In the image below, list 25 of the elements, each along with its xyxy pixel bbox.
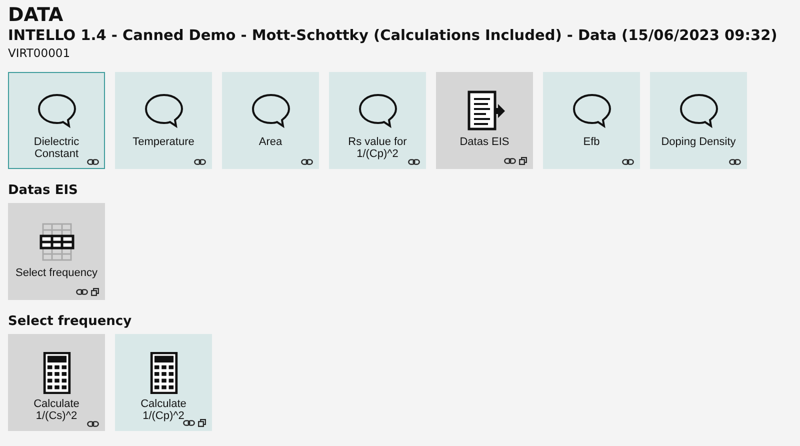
device-id: VIRT00001 — [8, 46, 72, 60]
tile[interactable]: Select frequency — [8, 203, 105, 300]
tile-label: Calculate 1/(Cp)^2 — [140, 398, 188, 422]
tile-label: Temperature — [132, 136, 196, 148]
tile[interactable]: Datas EIS — [436, 72, 533, 169]
tile-label: Calculate 1/(Cs)^2 — [32, 398, 80, 422]
tile-label: Datas EIS — [458, 136, 510, 148]
tile[interactable]: Area — [222, 72, 319, 169]
tile-label: Area — [258, 136, 284, 148]
tile-label: Efb — [582, 136, 601, 148]
tile[interactable]: Rs value for 1/(Cp)^2 — [329, 72, 426, 169]
page-subtitle: INTELLO 1.4 - Canned Demo - Mott-Schottky (Calculations Included) - Data (15/06/2023 09:32) — [8, 28, 778, 44]
section-heading: Datas EIS — [8, 183, 79, 198]
tile-label: Dielectric Constant — [32, 136, 80, 160]
tile[interactable]: Calculate 1/(Cs)^2 — [8, 334, 105, 431]
tile-label: Rs value for 1/(Cp)^2 — [347, 136, 408, 160]
section-heading: Select frequency — [8, 314, 133, 329]
tile-label: Select frequency — [14, 267, 98, 279]
tile-label: Doping Density — [660, 136, 737, 148]
page-title: DATA — [8, 4, 64, 26]
tile[interactable]: Efb — [543, 72, 640, 169]
tile[interactable]: Dielectric Constant — [8, 72, 105, 169]
tile[interactable]: Calculate 1/(Cp)^2 — [115, 334, 212, 431]
tile[interactable]: Doping Density — [650, 72, 747, 169]
tile[interactable]: Temperature — [115, 72, 212, 169]
